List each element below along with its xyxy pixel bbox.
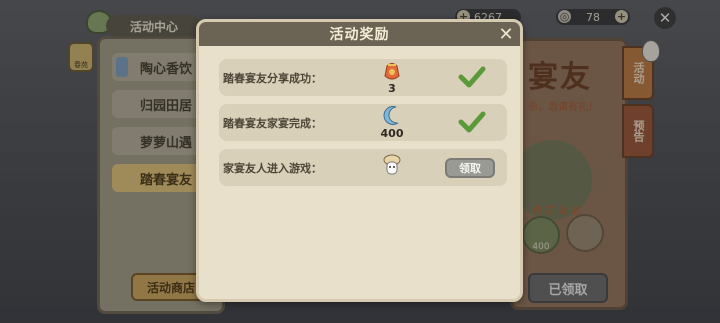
reward-row-banquet: 踏春宴友家宴完成： 400 [219,104,507,141]
red-pouch-icon: 3 [374,60,410,95]
reward-row-label: 家宴友人进入游戏： [223,162,322,175]
reward-qty: 3 [388,82,396,95]
close-icon[interactable]: ✕ [496,24,516,45]
reward-row-share: 踏春宴友分享成功： 3 [219,59,507,96]
modal-header: 活动奖励 ✕ [199,22,520,46]
modal-title: 活动奖励 [329,27,390,43]
reward-row-label: 踏春宴友家宴完成： [223,117,322,130]
check-icon [458,111,486,133]
claim-button[interactable]: 领取 [445,158,495,178]
crescent-gem-icon: 400 [374,105,410,140]
reward-row-label: 踏春宴友分享成功： [223,72,322,85]
reward-modal: 活动奖励 ✕ 踏春宴友分享成功： 3 踏春宴友家宴完成： 400 家宴友人进入游… [196,19,523,302]
check-icon [458,66,486,88]
reward-qty: 400 [380,127,404,140]
mushroom-character-icon [374,150,410,185]
reward-row-friend-join: 家宴友人进入游戏： 领取 [219,149,507,186]
